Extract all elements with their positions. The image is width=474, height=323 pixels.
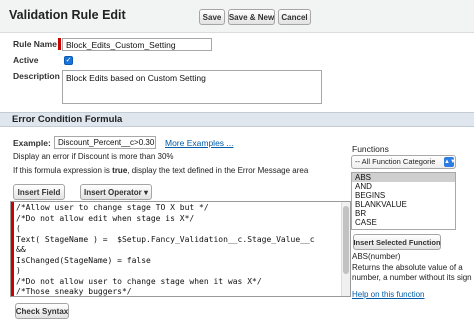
cancel-button[interactable]: Cancel <box>278 9 311 25</box>
function-item-and[interactable]: AND <box>352 182 455 191</box>
rule-name-input[interactable]: Block_Edits_Custom_Setting <box>62 38 212 51</box>
function-item-begins[interactable]: BEGINS <box>352 191 455 200</box>
required-indicator <box>58 38 61 50</box>
function-description: Returns the absolute value of a number, … <box>352 263 472 282</box>
page-title: Validation Rule Edit <box>9 8 126 22</box>
function-category-select[interactable]: -- All Function Categorie ▲▼ <box>351 155 456 169</box>
scrollbar-thumb[interactable] <box>343 206 349 274</box>
function-signature: ABS(number) <box>352 252 401 261</box>
function-item-abs[interactable]: ABS <box>352 173 455 182</box>
function-item-case[interactable]: CASE <box>352 218 455 227</box>
check-icon: ✓ <box>65 57 72 64</box>
more-examples-link[interactable]: More Examples ... <box>165 138 234 148</box>
function-category-value: -- All Function Categorie <box>355 157 436 166</box>
rule-name-label: Rule Name <box>13 39 57 49</box>
code-line: ) <box>16 266 21 275</box>
insert-selected-function-button[interactable]: Insert Selected Function <box>353 234 441 250</box>
code-line: /*Do not allow edit when stage is X*/ <box>16 213 195 223</box>
function-item-blankvalue[interactable]: BLANKVALUE <box>352 200 455 209</box>
check-syntax-button[interactable]: Check Syntax <box>15 303 69 319</box>
code-line: /*Allow user to change stage TO X but */ <box>16 203 209 212</box>
insert-operator-button[interactable]: Insert Operator ▾ <box>80 184 152 200</box>
insert-field-button[interactable]: Insert Field <box>13 184 65 200</box>
function-list[interactable]: ABS AND BEGINS BLANKVALUE BR CASE <box>351 172 456 230</box>
editor-required-bar <box>11 202 14 296</box>
editor-scrollbar[interactable] <box>341 202 350 296</box>
code-line: Text( StageName ) = $Setup.Fancy_Validat… <box>16 234 315 244</box>
active-checkbox[interactable]: ✓ <box>64 56 73 65</box>
save-button[interactable]: Save <box>199 9 225 25</box>
code-line: IsChanged(StageName) = false <box>16 255 151 265</box>
select-arrows-icon: ▲▼ <box>444 157 456 167</box>
code-line: /*Do not allow user to change stage when… <box>16 276 262 286</box>
code-line: /*Those sneaky buggers*/ <box>16 287 132 296</box>
functions-label: Functions <box>352 144 389 154</box>
code-line: && <box>16 245 26 254</box>
example-description: Display an error if Discount is more tha… <box>13 152 174 161</box>
function-item-br[interactable]: BR <box>352 209 455 218</box>
active-label: Active <box>13 55 39 65</box>
description-textarea[interactable]: Block Edits based on Custom Setting <box>62 70 322 104</box>
help-on-function-link[interactable]: Help on this function <box>352 290 425 299</box>
dropdown-arrow-icon: ▾ <box>144 187 149 197</box>
editor-content[interactable]: /*Allow user to change stage TO X but */… <box>16 203 340 296</box>
example-label: Example: <box>13 138 51 148</box>
example-value: Discount_Percent__c>0.30 <box>54 136 156 149</box>
formula-editor[interactable]: /*Allow user to change stage TO X but */… <box>10 201 351 297</box>
save-new-button[interactable]: Save & New <box>228 9 275 25</box>
description-label: Description <box>13 71 60 81</box>
formula-hint: If this formula expression is true, disp… <box>13 166 309 175</box>
section-title: Error Condition Formula <box>12 114 123 125</box>
code-line: ( <box>16 224 21 233</box>
